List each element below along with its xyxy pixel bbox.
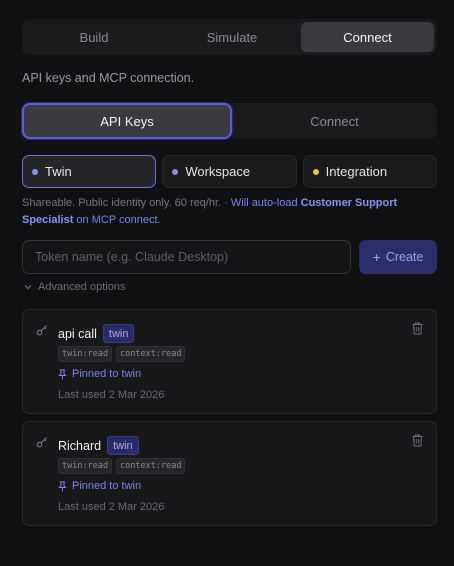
delete-key-button[interactable] — [412, 434, 423, 452]
last-used: Last used 2 Mar 2026 — [58, 389, 165, 401]
pin-icon — [58, 481, 67, 491]
permissions: twin:read context:read — [58, 346, 186, 362]
api-key-card: Richard twin twin:read context:read Pinn… — [22, 421, 437, 526]
tab-build[interactable]: Build — [25, 22, 163, 52]
scope-label: Integration — [325, 164, 388, 179]
tab-api-keys[interactable]: API Keys — [22, 103, 232, 139]
key-icon — [36, 435, 48, 453]
pin-icon — [58, 369, 67, 379]
last-used: Last used 2 Mar 2026 — [58, 501, 165, 513]
permissions: twin:read context:read — [58, 458, 186, 474]
create-button[interactable]: + Create — [359, 240, 437, 274]
scope-info: Shareable. Public identity only. 60 req/… — [22, 195, 432, 229]
scope-twin[interactable]: Twin — [22, 155, 157, 188]
scope-dot — [172, 168, 179, 175]
chevron-down-icon — [24, 283, 32, 291]
token-name-input[interactable] — [22, 240, 351, 274]
delete-key-button[interactable] — [412, 322, 423, 340]
trash-icon — [412, 322, 423, 335]
create-label: Create — [385, 250, 424, 264]
plus-icon: + — [372, 249, 381, 265]
scope-dot — [312, 168, 319, 175]
pinned-status: Pinned to twin — [58, 368, 141, 380]
pinned-status: Pinned to twin — [58, 480, 141, 492]
advanced-options-label: Advanced options — [38, 281, 126, 293]
trash-icon — [412, 434, 423, 447]
permission-chip: context:read — [116, 458, 186, 474]
tab-simulate[interactable]: Simulate — [163, 22, 301, 52]
permission-chip: twin:read — [58, 458, 113, 474]
api-key-card: api call twin twin:read context:read Pin… — [22, 309, 437, 414]
auto-load-prefix: Will auto-load — [230, 197, 301, 209]
permission-chip: twin:read — [58, 346, 113, 362]
tab-connect[interactable]: Connect — [301, 22, 434, 52]
key-name-row: Richard twin — [58, 436, 139, 455]
auto-load-suffix: on MCP connect. — [73, 214, 161, 226]
scope-dot — [32, 168, 38, 175]
scope-info-text: Shareable. Public identity only. 60 req/… — [22, 197, 231, 209]
permission-chip: context:read — [116, 346, 186, 362]
key-icon — [36, 323, 48, 341]
pinned-label: Pinned to twin — [72, 480, 142, 492]
scope-selector: Twin Workspace Integration — [22, 155, 437, 188]
scope-badge: twin — [102, 324, 135, 343]
scope-workspace[interactable]: Workspace — [162, 155, 297, 188]
pinned-label: Pinned to twin — [72, 368, 142, 380]
tab-connect-sub[interactable]: Connect — [232, 103, 437, 139]
scope-badge: twin — [107, 436, 139, 455]
key-name: Richard — [58, 438, 102, 453]
key-name: api call — [58, 326, 97, 341]
panel-description: API keys and MCP connection. — [22, 71, 195, 85]
key-name-row: api call twin — [58, 324, 135, 343]
top-tab-bar: Build Simulate Connect — [22, 19, 437, 55]
scope-label: Workspace — [185, 164, 251, 179]
sub-tab-bar: API Keys Connect — [22, 103, 437, 139]
scope-label: Twin — [45, 164, 72, 179]
advanced-options-toggle[interactable]: Advanced options — [24, 281, 125, 293]
scope-integration[interactable]: Integration — [302, 155, 437, 188]
